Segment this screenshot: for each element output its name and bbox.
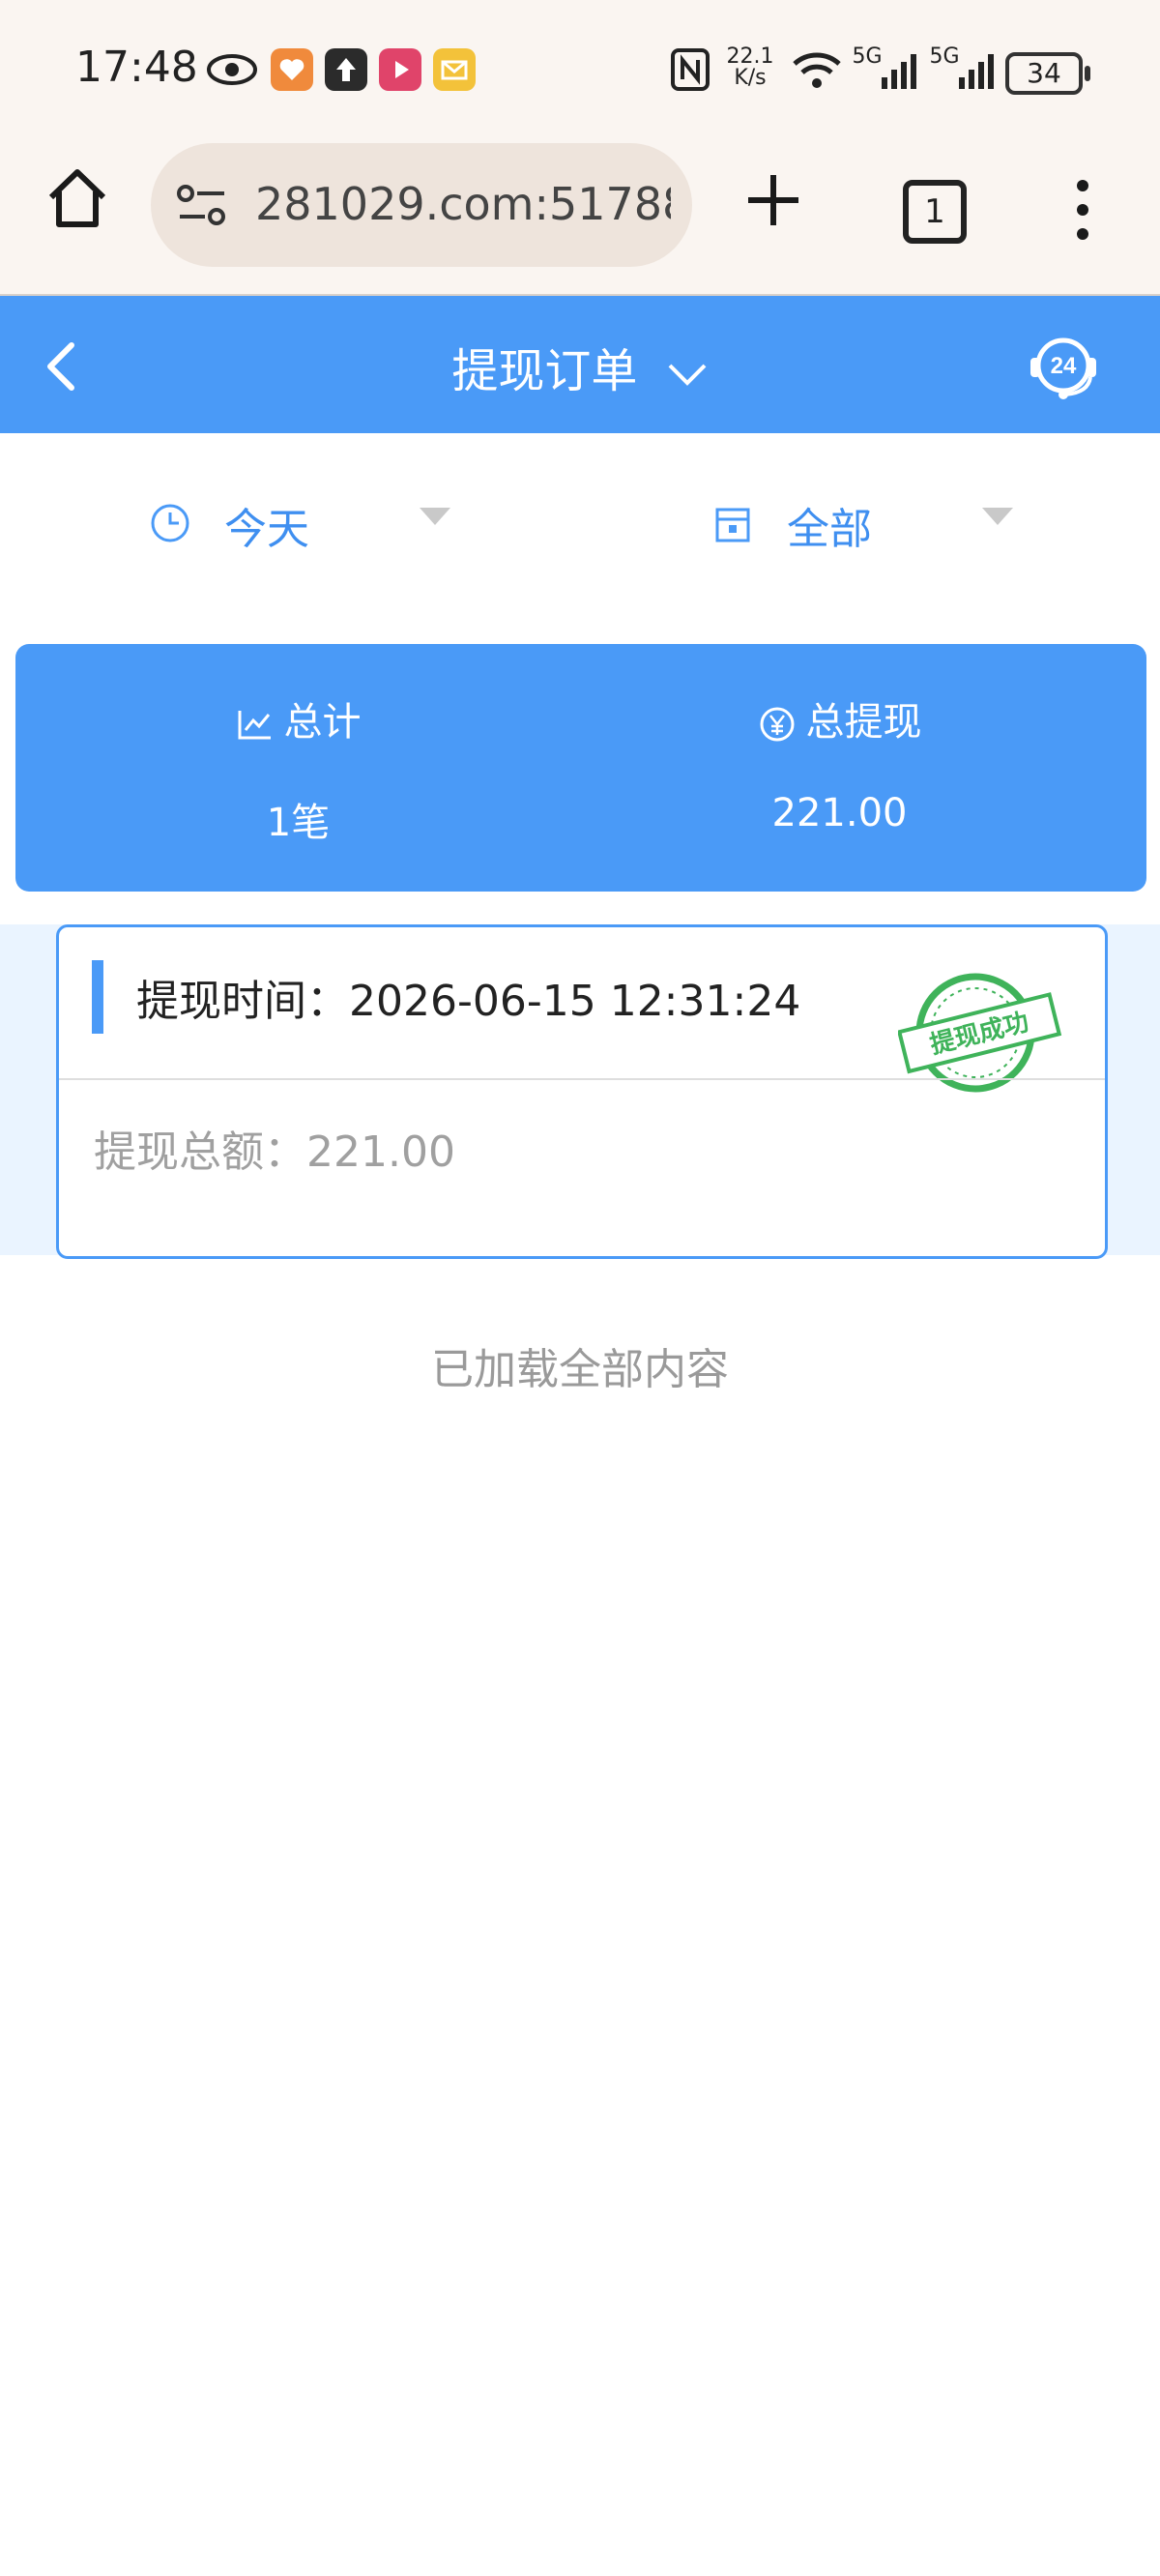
status-filter-caret-icon	[982, 508, 1013, 525]
signal-bars-icon	[882, 54, 916, 89]
support-badge-text: 24	[1051, 353, 1077, 379]
loaded-all-text: 已加载全部内容	[431, 1345, 729, 1394]
signal-bars-2-icon	[959, 54, 994, 89]
net-speed: 22.1 K/s	[721, 46, 779, 89]
customer-service-icon[interactable]: 24	[1027, 329, 1100, 402]
chevron-down-icon	[668, 364, 707, 386]
summary-withdraw-header: 总提现	[557, 690, 1122, 746]
status-bar: 17:48 22.1 K/s 5G 5G 34	[0, 0, 1160, 140]
mail-notification-icon	[433, 48, 476, 91]
date-filter-caret-icon	[420, 508, 450, 525]
nfc-icon	[671, 48, 710, 91]
clock-icon	[151, 504, 189, 542]
wifi-icon	[793, 52, 841, 88]
order-amount-label: 提现总额：	[94, 1127, 306, 1177]
status-time: 17:48	[75, 43, 198, 92]
status-filter-label: 全部	[787, 505, 872, 554]
calendar-icon	[715, 508, 750, 542]
summary-withdraw-label: 总提现	[805, 700, 922, 745]
summary-total: 总计 1笔	[15, 690, 581, 847]
eye-icon	[207, 54, 257, 85]
tab-switcher-button[interactable]: 1	[903, 180, 967, 244]
url-text[interactable]: 281029.com:51788	[255, 178, 671, 230]
line-chart-icon	[238, 711, 271, 740]
date-filter[interactable]: 今天	[149, 488, 478, 558]
net-speed-unit: K/s	[734, 66, 767, 90]
upload-notification-icon	[325, 48, 367, 91]
summary-total-value: 1笔	[266, 801, 331, 845]
summary-total-header: 总计	[15, 690, 581, 746]
battery-indicator: 34	[1005, 52, 1090, 95]
app-notification-icon	[271, 48, 313, 91]
yen-coin-icon	[760, 707, 794, 742]
app-header: 提现订单 24	[0, 296, 1160, 433]
date-filter-label: 今天	[224, 505, 309, 554]
order-amount-value: 221.00	[306, 1127, 455, 1177]
more-menu-icon[interactable]	[1073, 176, 1092, 244]
order-amount: 提现总额：221.00	[94, 1117, 455, 1179]
order-time: 提现时间：2026-06-15 12:31:24	[136, 966, 800, 1028]
order-time-label: 提现时间：	[136, 977, 349, 1026]
card-divider	[59, 1078, 1105, 1080]
success-stamp-icon: 提现成功	[898, 973, 1062, 1093]
status-filter[interactable]: 全部	[713, 488, 1042, 558]
browser-chrome: 17:48 22.1 K/s 5G 5G 34 281029.com:51788…	[0, 0, 1160, 296]
site-settings-icon[interactable]	[176, 182, 228, 228]
home-icon[interactable]	[44, 164, 111, 232]
summary-total-label: 总计	[283, 700, 362, 745]
new-tab-icon[interactable]	[742, 169, 804, 231]
page-title[interactable]: 提现订单	[0, 333, 1160, 400]
video-notification-icon	[379, 48, 421, 91]
address-bar[interactable]: 281029.com:51788	[151, 143, 692, 267]
summary-card: 总计 1笔 总提现 221.00	[15, 644, 1146, 892]
summary-withdraw: 总提现 221.00	[557, 690, 1122, 835]
net-speed-value: 22.1	[726, 44, 774, 69]
page-title-text: 提现订单	[451, 344, 638, 398]
summary-withdraw-value: 221.00	[771, 791, 908, 835]
order-card[interactable]: 提现时间：2026-06-15 12:31:24 提现成功 提现总额：221.0…	[56, 924, 1108, 1259]
order-time-value: 2026-06-15 12:31:24	[349, 977, 801, 1026]
card-accent-bar	[92, 960, 103, 1034]
